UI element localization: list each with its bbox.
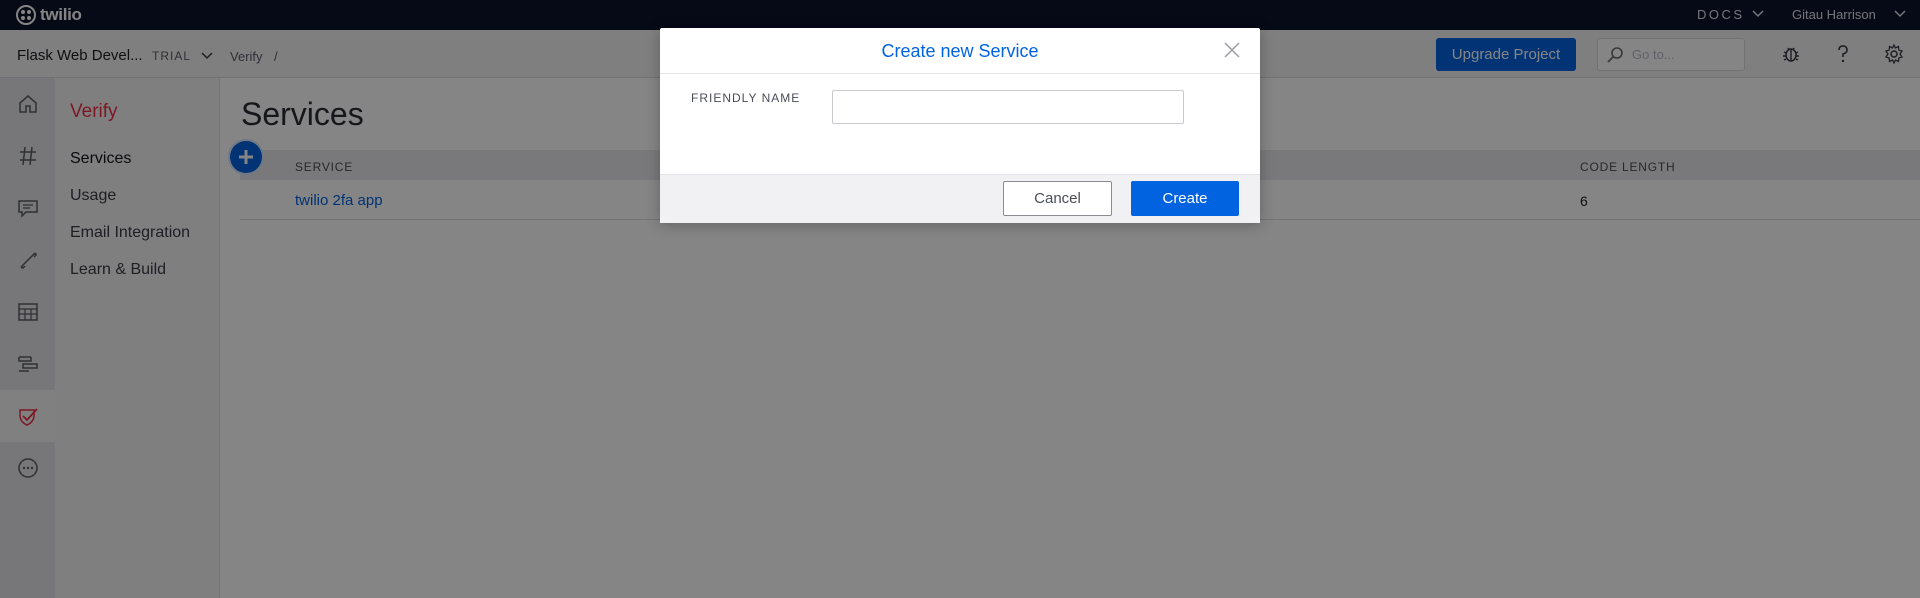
- modal-header: Create new Service: [660, 28, 1260, 74]
- modal-title: Create new Service: [881, 41, 1039, 61]
- cancel-button[interactable]: Cancel: [1003, 181, 1112, 216]
- friendly-name-label: FRIENDLY NAME: [691, 91, 801, 105]
- create-button[interactable]: Create: [1131, 181, 1239, 216]
- friendly-name-input[interactable]: [832, 90, 1184, 124]
- close-icon[interactable]: [1223, 41, 1241, 59]
- modal-footer: Cancel Create: [660, 174, 1260, 223]
- create-service-modal: Create new Service FRIENDLY NAME Cancel …: [660, 28, 1260, 223]
